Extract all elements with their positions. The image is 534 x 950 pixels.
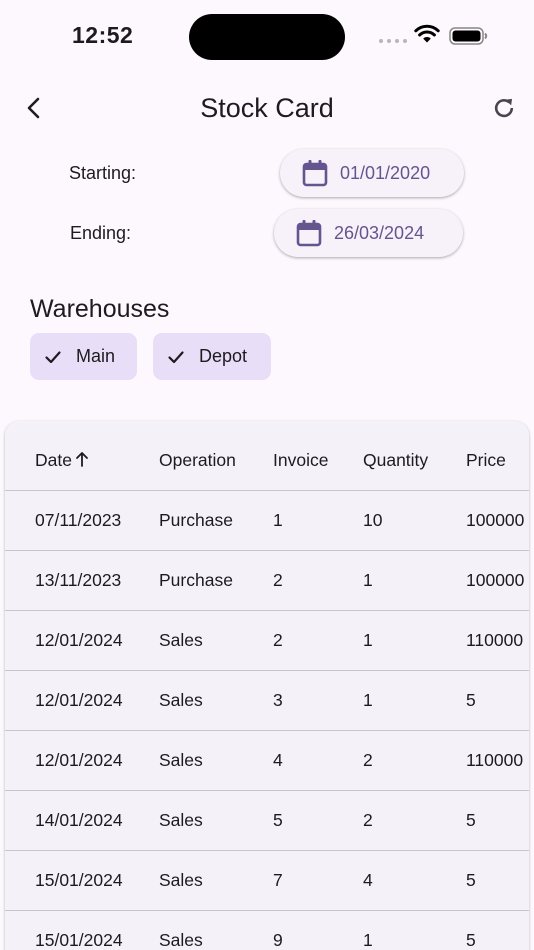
- cell-price: 5: [466, 870, 476, 890]
- cell-price: 5: [466, 690, 476, 710]
- chip-label: Main: [76, 346, 116, 366]
- cell-price: 100000: [466, 510, 525, 530]
- cell-quantity: 10: [363, 510, 383, 530]
- table-row[interactable]: 14/01/2024 Sales 5 2 5: [5, 791, 529, 851]
- cell-price: 5: [466, 810, 476, 830]
- ending-date-value: 26/03/2024: [334, 222, 425, 243]
- page-title: Stock Card: [200, 93, 334, 123]
- cell-invoice: 4: [273, 750, 283, 770]
- cell-operation: Sales: [159, 750, 203, 770]
- calendar-icon: [296, 220, 322, 247]
- chip-label: Depot: [199, 346, 248, 366]
- column-header-invoice[interactable]: Invoice: [273, 431, 328, 490]
- wifi-icon: [414, 24, 440, 43]
- table-row[interactable]: 13/11/2023 Purchase 2 1 100000: [5, 551, 529, 611]
- cell-operation: Purchase: [159, 570, 233, 590]
- cell-invoice: 5: [273, 810, 283, 830]
- battery-icon: [449, 27, 488, 45]
- sort-ascending-icon: [76, 452, 88, 468]
- cell-date: 13/11/2023: [35, 570, 122, 590]
- cell-quantity: 2: [363, 810, 373, 830]
- cell-price: 110000: [466, 630, 524, 650]
- warehouse-chip-main[interactable]: Main: [30, 333, 137, 380]
- cell-quantity: 1: [363, 930, 373, 950]
- calendar-icon: [302, 160, 328, 187]
- cell-price: 100000: [466, 570, 525, 590]
- table-row[interactable]: 15/01/2024 Sales 9 1 5: [5, 911, 529, 950]
- cell-date: 12/01/2024: [35, 750, 123, 770]
- cell-operation: Sales: [159, 690, 203, 710]
- cell-quantity: 1: [363, 630, 373, 650]
- refresh-icon: [494, 98, 514, 118]
- stock-table: Date Operation Invoice Quantity Price 07…: [5, 421, 529, 950]
- cell-date: 12/01/2024: [35, 630, 123, 650]
- cell-quantity: 1: [363, 690, 373, 710]
- cell-date: 15/01/2024: [35, 930, 123, 950]
- ending-label: Ending:: [70, 223, 132, 243]
- cell-price: 110000: [466, 750, 524, 770]
- cell-date: 07/11/2023: [35, 510, 122, 530]
- table-row[interactable]: 15/01/2024 Sales 7 4 5: [5, 851, 529, 911]
- cell-date: 15/01/2024: [35, 870, 123, 890]
- warehouses-title: Warehouses: [30, 295, 170, 323]
- cell-quantity: 4: [363, 870, 373, 890]
- cell-operation: Purchase: [159, 510, 233, 530]
- dynamic-island: [189, 14, 345, 60]
- starting-date-value: 01/01/2020: [340, 162, 431, 183]
- cell-invoice: 1: [273, 510, 283, 530]
- ending-date-button[interactable]: 26/03/2024: [274, 209, 463, 257]
- table-row[interactable]: 12/01/2024 Sales 4 2 110000: [5, 731, 529, 791]
- table-row[interactable]: 12/01/2024 Sales 2 1 110000: [5, 611, 529, 671]
- cell-operation: Sales: [159, 810, 203, 830]
- cell-invoice: 3: [273, 690, 283, 710]
- cell-operation: Sales: [159, 870, 203, 890]
- column-header-operation[interactable]: Operation: [159, 431, 236, 490]
- check-icon: [45, 350, 61, 363]
- table-header-row: Date Operation Invoice Quantity Price: [5, 431, 529, 491]
- starting-label: Starting:: [69, 163, 137, 183]
- cell-operation: Sales: [159, 930, 203, 950]
- refresh-button[interactable]: [486, 90, 522, 126]
- stock-card-screen: 12:52 Stock Card Starting: 01/01/2020 En…: [0, 0, 534, 950]
- cell-date: 14/01/2024: [35, 810, 123, 830]
- warehouse-chip-depot[interactable]: Depot: [153, 333, 271, 380]
- check-icon: [168, 350, 184, 363]
- column-header-price[interactable]: Price: [466, 431, 506, 490]
- table-row[interactable]: 07/11/2023 Purchase 1 10 100000: [5, 491, 529, 551]
- cell-quantity: 2: [363, 750, 373, 770]
- cell-quantity: 1: [363, 570, 373, 590]
- cell-invoice: 9: [273, 930, 283, 950]
- status-time: 12:52: [72, 22, 134, 48]
- cellular-signal-icon: [379, 39, 407, 43]
- cell-price: 5: [466, 930, 476, 950]
- column-header-quantity[interactable]: Quantity: [363, 431, 428, 490]
- cell-date: 12/01/2024: [35, 690, 123, 710]
- table-row[interactable]: 12/01/2024 Sales 3 1 5: [5, 671, 529, 731]
- column-header-date[interactable]: Date: [35, 431, 90, 490]
- cell-invoice: 2: [273, 630, 283, 650]
- cell-invoice: 7: [273, 870, 283, 890]
- cell-operation: Sales: [159, 630, 203, 650]
- cell-invoice: 2: [273, 570, 283, 590]
- starting-date-button[interactable]: 01/01/2020: [280, 149, 464, 197]
